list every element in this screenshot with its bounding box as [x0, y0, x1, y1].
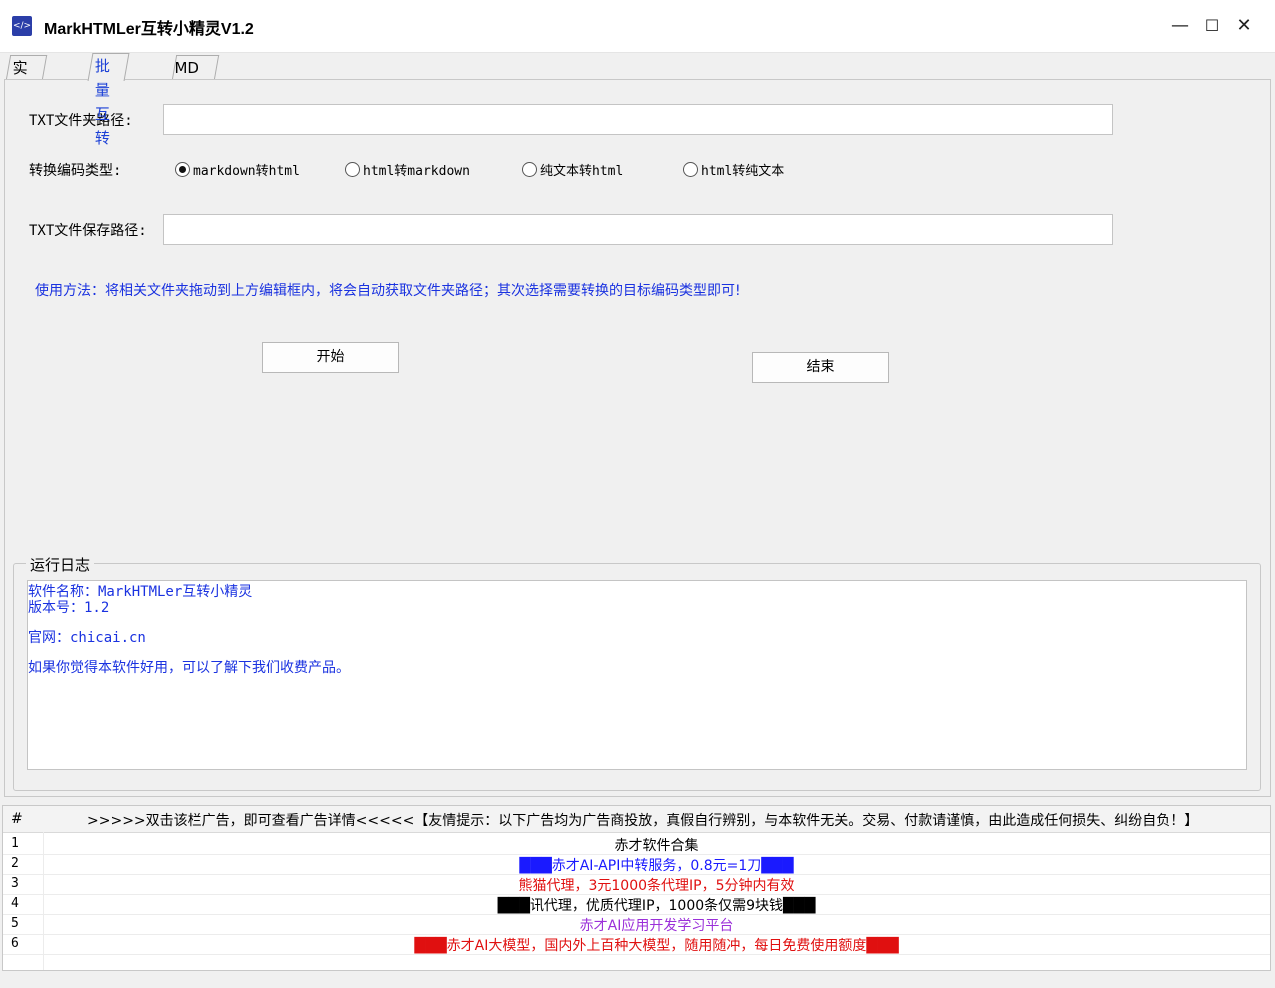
- ad-text-content: 赤才AI大模型，国内外上百种大模型，随用随冲，每日免费使用额度: [446, 938, 867, 954]
- folder-path-input[interactable]: [163, 104, 1113, 135]
- radio-html-to-text-dot[interactable]: [683, 162, 698, 177]
- app-icon: </>: [12, 16, 32, 36]
- ad-row-text: 熊猫代理，3元1000条代理IP，5分钟内有效: [43, 875, 1270, 895]
- log-line: 如果你觉得本软件好用，可以了解下我们收费产品。: [28, 660, 350, 676]
- radio-html-to-md-dot[interactable]: [345, 162, 360, 177]
- radio-html-to-text-label: html转纯文本: [701, 164, 785, 179]
- ad-row-text: 赤才软件合集: [43, 835, 1270, 855]
- maximize-button[interactable]: ☐: [1196, 10, 1228, 42]
- ad-row-number: 1: [11, 836, 19, 851]
- tab-realtime[interactable]: 实时互转: [5, 55, 48, 149]
- log-title: 运行日志: [26, 554, 95, 575]
- ad-row-number: 2: [11, 856, 19, 871]
- ad-text-content: 熊猫代理，3元1000条代理IP，5分钟内有效: [518, 878, 795, 894]
- encoding-type-label: 转换编码类型:: [29, 163, 122, 179]
- ad-table[interactable]: # >>>>>双击该栏广告，即可查看广告详情<<<<<【友情提示：以下广告均为广…: [2, 805, 1271, 971]
- log-line: 官网：chicai.cn: [28, 630, 146, 646]
- tab-md-api[interactable]: MD解析接口: [171, 55, 219, 173]
- ad-row[interactable]: 4 ███讯代理，优质代理IP，1000条仅需9块钱███: [3, 894, 1270, 915]
- log-textarea[interactable]: 软件名称：MarkHTMLer互转小精灵 版本号：1.2 官网：chicai.c…: [27, 580, 1247, 770]
- save-path-input[interactable]: [163, 214, 1113, 245]
- tab-batch[interactable]: 批量互转: [87, 53, 130, 147]
- start-button[interactable]: 开始: [262, 342, 399, 373]
- ad-text-content: 赤才软件合集: [614, 838, 699, 854]
- radio-md-to-html-label: markdown转html: [193, 164, 300, 179]
- minimize-button[interactable]: —: [1164, 10, 1196, 42]
- ad-text-content: 讯代理，优质代理IP，1000条仅需9块钱: [529, 898, 784, 914]
- ad-header-text: >>>>>双击该栏广告，即可查看广告详情<<<<<【友情提示：以下广告均为广告商…: [87, 813, 1199, 829]
- ad-row[interactable]: 3 熊猫代理，3元1000条代理IP，5分钟内有效: [3, 874, 1270, 895]
- radio-md-to-html-dot[interactable]: [175, 162, 190, 177]
- status-bar: [0, 972, 1275, 988]
- window-title: MarkHTMLer互转小精灵V1.2: [44, 21, 254, 38]
- ad-row[interactable]: 5 赤才AI应用开发学习平台: [3, 914, 1270, 935]
- ad-text-content: 赤才AI-API中转服务，0.8元=1刀: [551, 858, 762, 874]
- radio-html-to-text[interactable]: html转纯文本: [683, 160, 784, 179]
- close-button[interactable]: ✕: [1228, 10, 1260, 42]
- ad-text-content: 赤才AI应用开发学习平台: [579, 918, 734, 934]
- ad-header-hash: #: [11, 811, 23, 827]
- ad-row-text: ███赤才AI-API中转服务，0.8元=1刀███: [519, 858, 794, 874]
- radio-html-to-md-label: html转markdown: [363, 164, 470, 179]
- log-line: 版本号：1.2: [28, 600, 110, 616]
- batch-panel: TXT文件夹路径: 转换编码类型: markdown转html html转mar…: [4, 79, 1271, 797]
- ad-row-text: ███赤才AI大模型，国内外上百种大模型，随用随冲，每日免费使用额度███: [414, 938, 899, 954]
- radio-md-to-html[interactable]: markdown转html: [175, 160, 300, 179]
- radio-text-to-html-label: 纯文本转html: [540, 164, 624, 179]
- ad-row[interactable]: 2 ███赤才AI-API中转服务，0.8元=1刀███: [3, 854, 1270, 875]
- ad-row-text: ███讯代理，优质代理IP，1000条仅需9块钱███: [497, 898, 816, 914]
- end-button[interactable]: 结束: [752, 352, 889, 383]
- ad-row[interactable]: 1 赤才软件合集: [3, 834, 1270, 855]
- usage-hint: 使用方法：将相关文件夹拖动到上方编辑框内，将会自动获取文件夹路径；其次选择需要转…: [35, 283, 741, 299]
- ad-row-number: 4: [11, 896, 19, 911]
- radio-html-to-md[interactable]: html转markdown: [345, 160, 470, 179]
- tab-batch-label: 批量互转: [94, 57, 110, 147]
- ad-row[interactable]: 6 ███赤才AI大模型，国内外上百种大模型，随用随冲，每日免费使用额度███: [3, 934, 1270, 955]
- ad-row-number: 5: [11, 916, 19, 931]
- folder-path-label: TXT文件夹路径:: [29, 113, 133, 129]
- title-bar: </> MarkHTMLer互转小精灵V1.2 — ☐ ✕: [0, 0, 1275, 53]
- ad-row-number: 6: [11, 936, 19, 951]
- ad-row-number: 3: [11, 876, 19, 891]
- radio-text-to-html[interactable]: 纯文本转html: [522, 160, 623, 179]
- ad-table-header[interactable]: # >>>>>双击该栏广告，即可查看广告详情<<<<<【友情提示：以下广告均为广…: [3, 806, 1270, 833]
- log-groupbox: 运行日志 软件名称：MarkHTMLer互转小精灵 版本号：1.2 官网：chi…: [13, 554, 1261, 791]
- ad-row-text: 赤才AI应用开发学习平台: [43, 915, 1270, 935]
- save-path-label: TXT文件保存路径:: [29, 223, 147, 239]
- radio-text-to-html-dot[interactable]: [522, 162, 537, 177]
